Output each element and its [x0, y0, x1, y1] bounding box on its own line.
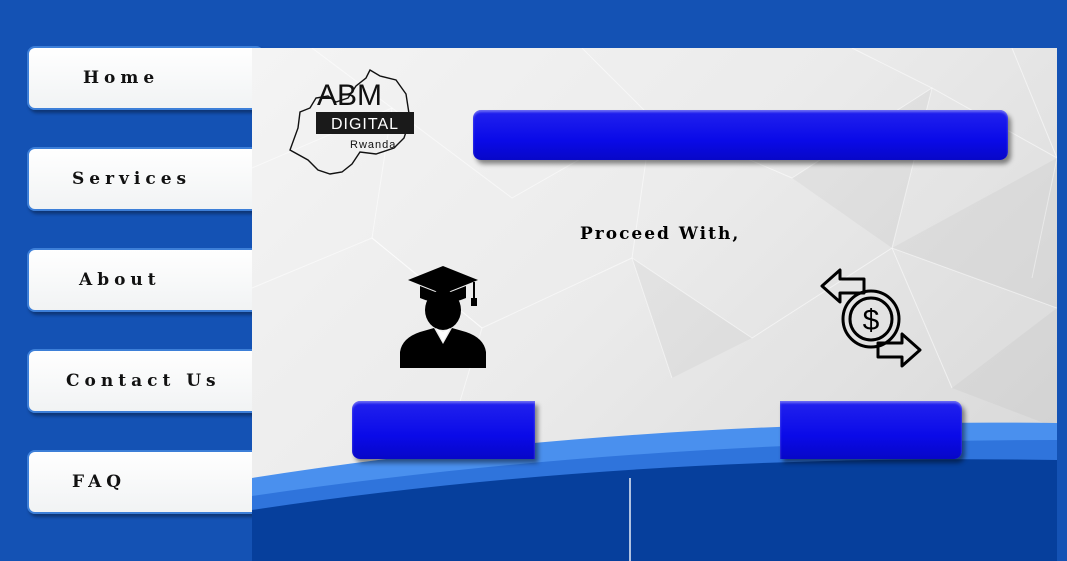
nav-services-button[interactable]: Services [27, 147, 264, 211]
nav-contact-button[interactable]: Contact Us [27, 349, 264, 413]
nav-faq-label: FAQ [72, 472, 127, 492]
payment-option-button[interactable] [780, 401, 962, 459]
money-exchange-icon: $ [820, 268, 922, 368]
top-banner-button[interactable] [473, 110, 1008, 160]
nav-home-button[interactable]: Home [27, 46, 264, 110]
nav-about-button[interactable]: About [27, 248, 264, 312]
logo-rwanda-text: Rwanda [350, 139, 396, 151]
nav-contact-label: Contact Us [66, 371, 221, 391]
nav-home-label: Home [83, 68, 160, 88]
main-panel: ABM DIGITAL Rwanda Proceed With, $ [252, 48, 1057, 561]
nav-services-label: Services [72, 169, 192, 189]
nav-about-label: About [79, 270, 161, 290]
logo-abm-text: ABM [317, 79, 382, 112]
logo-digital-text: DIGITAL [331, 116, 399, 133]
student-option-button[interactable] [352, 401, 535, 459]
graduate-icon [400, 266, 486, 368]
abm-digital-logo: ABM DIGITAL Rwanda [289, 69, 414, 175]
proceed-heading: Proceed With, [580, 224, 741, 244]
nav-faq-button[interactable]: FAQ [27, 450, 264, 514]
svg-text:$: $ [863, 304, 880, 337]
